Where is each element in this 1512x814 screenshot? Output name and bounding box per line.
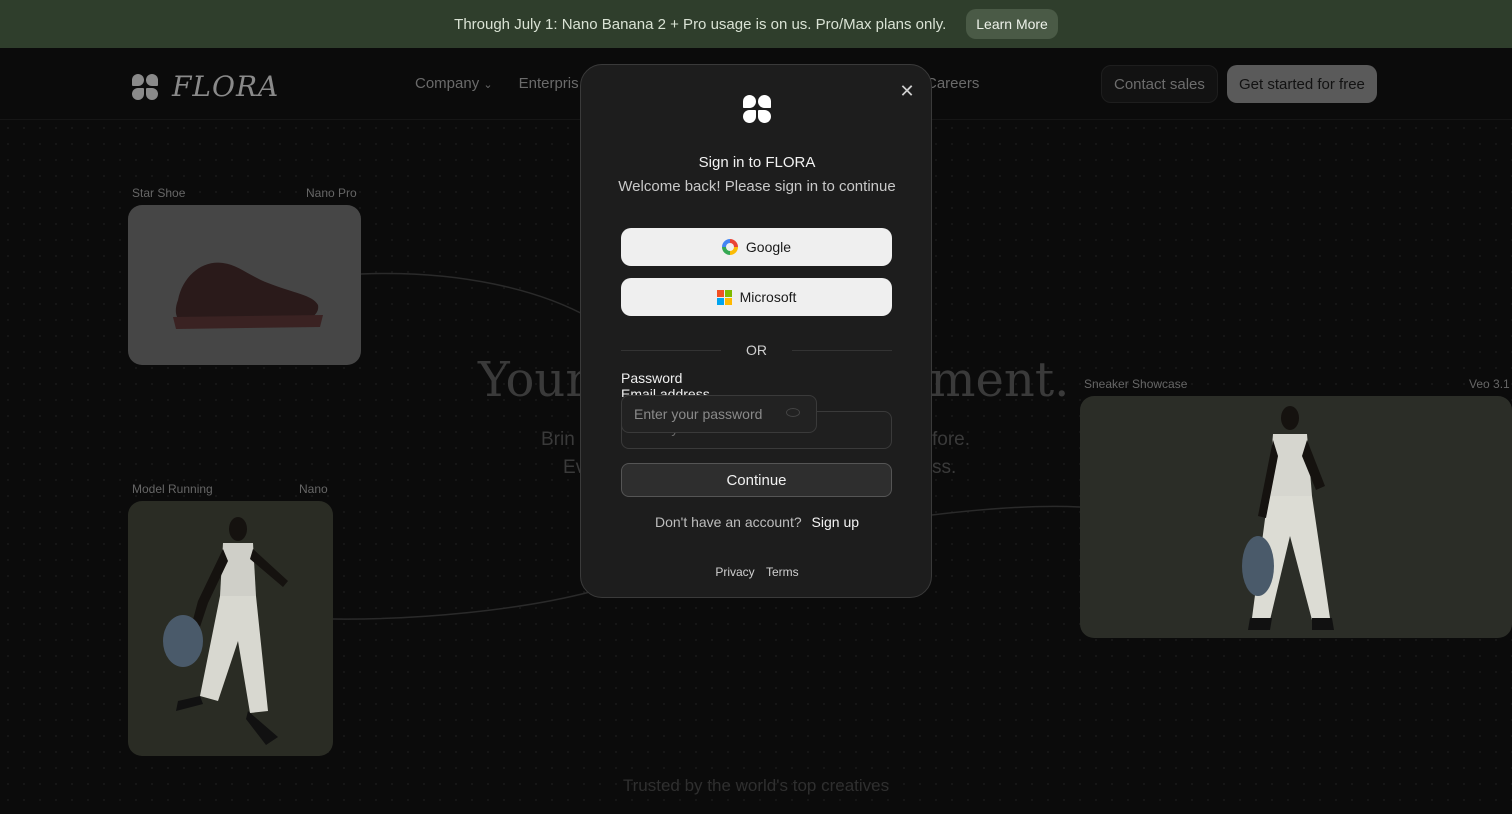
or-text: OR <box>746 342 767 358</box>
modal-subtitle: Welcome back! Please sign in to continue <box>618 178 896 195</box>
card-model-running[interactable] <box>128 501 333 756</box>
card-title-model-running: Model Running <box>132 482 213 496</box>
running-model-image <box>163 517 288 745</box>
hero-title-right: ment. <box>930 352 1070 408</box>
card-model-star-shoe: Nano Pro <box>306 186 357 200</box>
modal-footer-links: Privacy Terms <box>581 565 933 579</box>
microsoft-label: Microsoft <box>739 289 797 305</box>
close-icon[interactable]: ✕ <box>897 81 917 101</box>
hero-sub-left-1: Brin <box>541 429 575 450</box>
signup-row: Don't have an account? Sign up <box>581 514 933 530</box>
trusted-text: Trusted by the world's top creatives <box>622 776 890 795</box>
microsoft-sign-in-button[interactable]: Microsoft <box>621 278 892 316</box>
google-icon <box>721 239 738 255</box>
card-star-shoe[interactable] <box>128 205 361 365</box>
hero-title-left: Your <box>478 352 589 408</box>
password-label: Password <box>621 370 683 386</box>
shoe-image <box>173 262 323 329</box>
google-sign-in-button[interactable]: Google <box>621 228 892 266</box>
modal-title: Sign in to FLORA <box>698 154 816 171</box>
password-placeholder: Enter your password <box>634 406 763 422</box>
password-field[interactable]: Enter your password <box>621 395 817 433</box>
card-sneaker-showcase[interactable] <box>1080 396 1512 638</box>
terms-link[interactable]: Terms <box>766 565 799 579</box>
continue-button[interactable]: Continue <box>621 463 892 497</box>
sign-in-modal: ✕ Sign in to FLORA Welcome back! Please … <box>580 64 932 598</box>
sign-up-link[interactable]: Sign up <box>812 514 859 530</box>
or-divider: OR <box>621 342 892 358</box>
card-model-model-running: Nano <box>299 482 328 496</box>
card-title-sneaker-showcase: Sneaker Showcase <box>1084 377 1188 391</box>
no-account-text: Don't have an account? <box>654 514 802 530</box>
card-title-star-shoe: Star Shoe <box>132 186 186 200</box>
microsoft-icon <box>716 289 732 305</box>
flora-mark-icon <box>743 95 771 123</box>
hero-sub-right-1: fore. <box>932 429 971 450</box>
google-label: Google <box>745 239 792 255</box>
standing-model-image <box>1242 406 1334 630</box>
eye-icon[interactable] <box>786 408 800 417</box>
card-model-sneaker-showcase: Veo 3.1 <box>1469 377 1510 391</box>
privacy-link[interactable]: Privacy <box>715 565 754 579</box>
hero-sub-right-2: ss. <box>932 457 957 478</box>
